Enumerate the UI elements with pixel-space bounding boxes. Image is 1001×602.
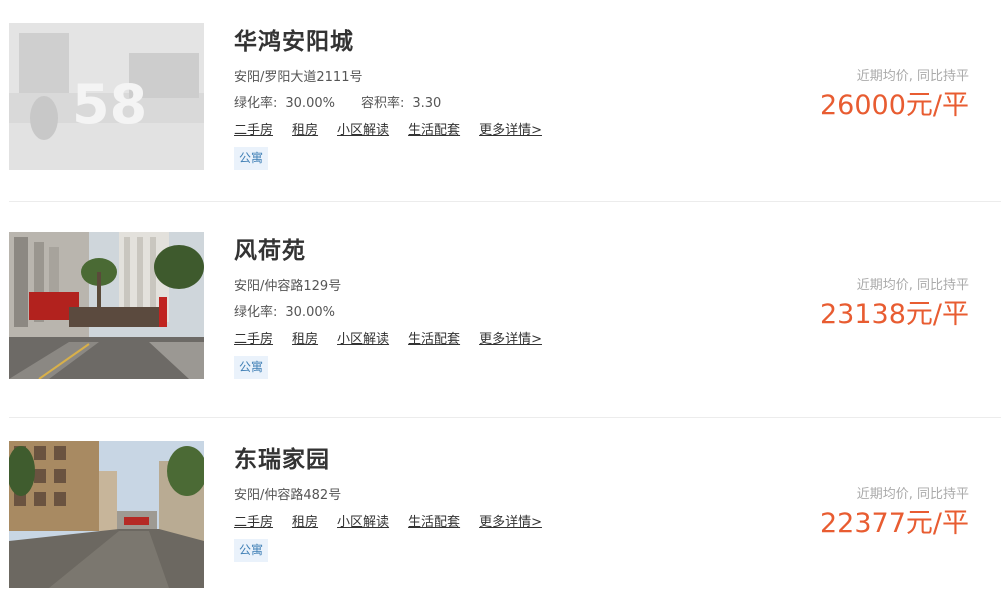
community-thumbnail[interactable] [9,441,204,588]
community-photo [9,232,204,379]
price-note: 近期均价, 同比持平 [856,278,969,293]
community-photo [9,441,204,588]
link-second-hand[interactable]: 二手房 [234,123,273,138]
community-address: 安阳/仲容路129号 [234,279,342,294]
community-name[interactable]: 华鸿安阳城 [234,22,354,56]
price-note: 近期均价, 同比持平 [856,69,969,84]
community-thumbnail[interactable]: 58 [9,23,204,170]
greening-label: 绿化率: [234,96,278,111]
property-type-tag: 公寓 [234,539,269,562]
link-community-review[interactable]: 小区解读 [337,123,389,138]
link-more-details[interactable]: 更多详情> [479,123,542,138]
link-more-details[interactable]: 更多详情> [479,515,542,530]
link-more-details[interactable]: 更多详情> [479,332,542,347]
divider [9,201,1001,202]
community-thumbnail[interactable] [9,232,204,379]
average-price: 22377元/平 [820,508,969,539]
quick-links: 二手房 租房 小区解读 生活配套 更多详情> [234,119,561,138]
community-name[interactable]: 风荷苑 [234,231,306,265]
greening-value: 30.00% [285,96,335,111]
link-second-hand[interactable]: 二手房 [234,515,273,530]
link-second-hand[interactable]: 二手房 [234,332,273,347]
average-price: 23138元/平 [820,299,969,330]
link-amenities[interactable]: 生活配套 [408,332,460,347]
community-stats: 绿化率: 30.00% 容积率: 3.30 [234,92,441,111]
plot-ratio-label: 容积率: [360,96,405,111]
community-address: 安阳/仲容路482号 [234,488,342,503]
listing-item[interactable]: 东瑞家园 安阳/仲容路482号 二手房 租房 小区解读 生活配套 更多详情> 公寓 近期… [0,418,1001,602]
link-community-review[interactable]: 小区解读 [337,332,389,347]
property-type-tag: 公寓 [234,356,269,379]
listing-item[interactable]: 58 华鸿安阳城 安阳/罗阳大道2111号 绿化率: 30.00% 容积率: 3.30… [0,0,1001,209]
placeholder-logo-text: 58 [72,73,147,136]
quick-links: 二手房 租房 小区解读 生活配套 更多详情> [234,511,561,530]
community-name[interactable]: 东瑞家园 [234,440,330,474]
greening-label: 绿化率: [234,305,278,320]
link-amenities[interactable]: 生活配套 [408,515,460,530]
plot-ratio-value: 3.30 [412,96,442,111]
price-note: 近期均价, 同比持平 [856,487,969,502]
link-community-review[interactable]: 小区解读 [337,515,389,530]
quick-links: 二手房 租房 小区解读 生活配套 更多详情> [234,328,561,347]
property-type-tag: 公寓 [234,147,269,170]
community-address: 安阳/罗阳大道2111号 [234,70,363,85]
link-rent[interactable]: 租房 [292,332,318,347]
greening-value: 30.00% [285,305,335,320]
placeholder-image: 58 [9,23,204,170]
listing-item[interactable]: 风荷苑 安阳/仲容路129号 绿化率: 30.00% 二手房 租房 小区解读 生活配套 更… [0,209,1001,418]
link-amenities[interactable]: 生活配套 [408,123,460,138]
link-rent[interactable]: 租房 [292,515,318,530]
community-stats: 绿化率: 30.00% [234,301,335,320]
average-price: 26000元/平 [820,90,969,121]
link-rent[interactable]: 租房 [292,123,318,138]
